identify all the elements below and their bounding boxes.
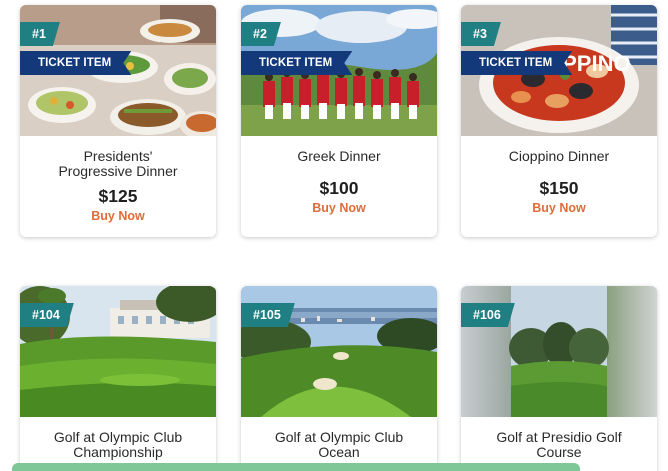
item-number-tag: #2 <box>241 22 281 46</box>
auction-item-card[interactable]: #106 Golf at Presidio Golf Course <box>461 286 657 471</box>
item-price: $150 <box>539 178 579 198</box>
item-title[interactable]: Golf at Olympic Club Ocean <box>264 430 414 460</box>
greek-dancers-image[interactable]: #2 TICKET ITEM <box>241 5 437 136</box>
auction-item-card[interactable]: #105 Golf at Olympic Club Ocean <box>241 286 437 471</box>
item-title[interactable]: Greek Dinner <box>251 149 427 164</box>
auction-item-card[interactable]: #1 TICKET ITEM Presidents' Progressive D… <box>20 5 216 237</box>
buffet-dishes-image[interactable]: #1 TICKET ITEM <box>20 5 216 136</box>
auction-item-card[interactable]: #104 Golf at Olympic Club Championship <box>20 286 216 471</box>
item-title[interactable]: Cioppino Dinner <box>471 149 647 164</box>
buy-now-link[interactable]: Buy Now <box>30 209 206 223</box>
item-number-tag: #1 <box>20 22 60 46</box>
ticket-item-badge: TICKET ITEM <box>461 51 572 75</box>
item-title[interactable]: Golf at Presidio Golf Course <box>484 430 634 460</box>
ticket-item-badge: TICKET ITEM <box>241 51 352 75</box>
buy-now-link[interactable]: Buy Now <box>471 201 647 215</box>
golf-presidio-image[interactable]: #106 <box>461 286 657 417</box>
item-number-tag: #105 <box>241 303 295 327</box>
golf-ocean-image[interactable]: #105 <box>241 286 437 417</box>
bottom-action-bar[interactable] <box>12 463 580 471</box>
cioppino-bowl-image[interactable]: CIOPPINO #3 TICKET ITEM <box>461 5 657 136</box>
buy-now-link[interactable]: Buy Now <box>251 201 427 215</box>
item-number-tag: #3 <box>461 22 501 46</box>
ticket-item-badge: TICKET ITEM <box>20 51 131 75</box>
item-price: $100 <box>319 178 359 198</box>
auction-item-card[interactable]: #2 TICKET ITEM Greek Dinner $100 Buy Now <box>241 5 437 237</box>
item-title[interactable]: Golf at Olympic Club Championship <box>43 430 193 460</box>
golf-clubhouse-image[interactable]: #104 <box>20 286 216 417</box>
auction-item-card[interactable]: CIOPPINO #3 TICKET ITEM Cioppino Dinner … <box>461 5 657 237</box>
item-title[interactable]: Presidents' Progressive Dinner <box>53 149 183 179</box>
item-number-tag: #104 <box>20 303 74 327</box>
item-price: $125 <box>98 186 138 206</box>
item-number-tag: #106 <box>461 303 515 327</box>
